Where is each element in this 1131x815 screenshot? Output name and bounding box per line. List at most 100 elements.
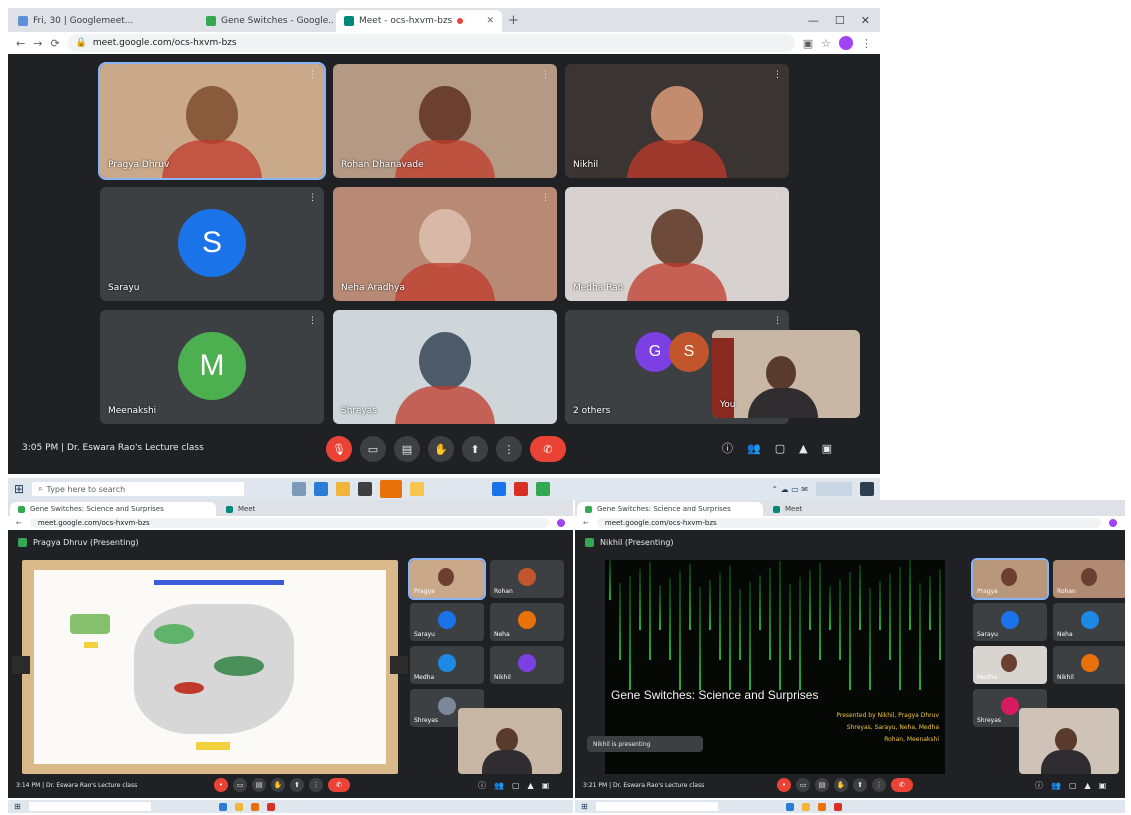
next-slide-button[interactable] bbox=[390, 656, 408, 674]
end-call-button[interactable]: ✆ bbox=[891, 778, 913, 792]
chat-icon[interactable]: ▢ bbox=[512, 781, 520, 790]
tile-options-icon[interactable]: ⋮ bbox=[773, 70, 782, 80]
participant-tile[interactable]: ⋮ Rohan Dhanavade bbox=[333, 64, 557, 178]
new-tab-icon[interactable]: + bbox=[502, 13, 525, 28]
end-call-button[interactable]: ✆ bbox=[530, 436, 566, 462]
prev-slide-button[interactable] bbox=[12, 656, 30, 674]
tile-options-icon[interactable]: ⋮ bbox=[541, 193, 550, 203]
participant-thumbnail[interactable]: Neha bbox=[490, 603, 564, 641]
participant-tile[interactable]: S ⋮ Sarayu bbox=[100, 187, 324, 301]
people-icon[interactable]: 👥 bbox=[494, 781, 504, 790]
chrome-icon[interactable] bbox=[514, 482, 529, 496]
url-field[interactable]: 🔒 meet.google.com/ocs-hxvm-bzs bbox=[67, 34, 795, 52]
camera-button[interactable]: ▭ bbox=[233, 778, 247, 792]
participant-tile[interactable]: M ⋮ Meenakshi bbox=[100, 310, 324, 424]
info-icon[interactable]: ⓘ bbox=[722, 440, 733, 456]
taskbar-search[interactable] bbox=[595, 802, 718, 811]
captions-button[interactable]: ▤ bbox=[815, 778, 829, 792]
tile-options-icon[interactable]: ⋮ bbox=[541, 316, 550, 326]
participant-tile[interactable]: ⋮ Neha Aradhya bbox=[333, 187, 557, 301]
profile-avatar[interactable] bbox=[839, 36, 853, 50]
top-tab-2[interactable]: Gene Switches - Google... bbox=[198, 10, 334, 32]
camera-button[interactable]: ▭ bbox=[796, 778, 810, 792]
captions-button[interactable]: ▤ bbox=[252, 778, 266, 792]
profile-avatar[interactable] bbox=[557, 519, 565, 527]
taskbar-search[interactable]: ⌕ Type here to search bbox=[32, 482, 245, 496]
participant-thumbnail[interactable]: Rohan bbox=[490, 560, 564, 598]
participant-thumbnail[interactable]: Nikhil bbox=[1053, 646, 1125, 684]
tile-options-icon[interactable]: ⋮ bbox=[773, 316, 782, 326]
edge-icon[interactable] bbox=[785, 802, 794, 811]
windows-start-icon[interactable]: ⊞ bbox=[14, 482, 24, 496]
raise-hand-button[interactable]: ✋ bbox=[834, 778, 848, 792]
activities-icon[interactable]: ▲ bbox=[799, 442, 807, 455]
word-icon[interactable] bbox=[492, 482, 507, 496]
tile-options-icon[interactable]: ⋮ bbox=[308, 193, 317, 203]
tile-options-icon[interactable]: ⋮ bbox=[308, 316, 317, 326]
participant-thumbnail[interactable]: Neha bbox=[1053, 603, 1125, 641]
participant-thumbnail[interactable]: Nikhil bbox=[490, 646, 564, 684]
chat-icon[interactable]: ▢ bbox=[775, 442, 785, 455]
back-icon[interactable]: ← bbox=[16, 519, 22, 527]
file-explorer-icon[interactable] bbox=[336, 482, 351, 496]
file-explorer-icon[interactable] bbox=[801, 802, 810, 811]
windows-start-icon[interactable]: ⊞ bbox=[14, 802, 21, 811]
participant-thumbnail[interactable]: Medha bbox=[410, 646, 484, 684]
more-options-button[interactable]: ⋮ bbox=[872, 778, 886, 792]
end-call-button[interactable]: ✆ bbox=[328, 778, 350, 792]
participant-tile[interactable]: ⋮ Nikhil bbox=[565, 64, 789, 178]
windows-start-icon[interactable]: ⊞ bbox=[581, 802, 588, 811]
participant-thumbnail[interactable]: Pragya bbox=[971, 558, 1049, 600]
participant-tile[interactable]: ⋮ Shreyas bbox=[333, 310, 557, 424]
participant-tile[interactable]: ⋮ Pragya Dhruv bbox=[98, 62, 326, 180]
mic-off-button[interactable]: • bbox=[214, 778, 228, 792]
mic-off-button[interactable]: 🎙 bbox=[326, 436, 352, 462]
close-window-icon[interactable]: ✕ bbox=[861, 14, 870, 27]
close-tab-icon[interactable]: ✕ bbox=[486, 16, 494, 26]
right-self-view[interactable] bbox=[1019, 708, 1119, 774]
participant-thumbnail[interactable]: Medha bbox=[973, 646, 1047, 684]
present-button[interactable]: ⬆ bbox=[462, 436, 488, 462]
participant-thumbnail[interactable]: Rohan bbox=[1053, 560, 1125, 598]
chrome-icon[interactable] bbox=[833, 802, 842, 811]
left-tab-1[interactable]: Gene Switches: Science and Surprises bbox=[10, 502, 216, 516]
back-icon[interactable]: ← bbox=[583, 519, 589, 527]
activities-icon[interactable]: ▲ bbox=[528, 781, 534, 790]
left-self-view[interactable] bbox=[458, 708, 562, 774]
host-controls-icon[interactable]: ▣ bbox=[1099, 781, 1107, 790]
people-icon[interactable]: 👥 bbox=[1051, 781, 1061, 790]
camera-button[interactable]: ▭ bbox=[360, 436, 386, 462]
self-view-tile[interactable]: You bbox=[712, 330, 860, 418]
url-field[interactable]: meet.google.com/ocs-hxvm-bzs bbox=[596, 518, 1101, 528]
more-options-button[interactable]: ⋮ bbox=[496, 436, 522, 462]
active-app-icon[interactable] bbox=[380, 480, 403, 498]
chrome-icon[interactable] bbox=[266, 802, 275, 811]
right-tab-2[interactable]: Meet bbox=[765, 502, 861, 516]
people-icon[interactable]: 👥 bbox=[747, 442, 761, 455]
taskbar-search[interactable] bbox=[28, 802, 151, 811]
participant-tile[interactable]: ⋮ Medha Rao bbox=[565, 187, 789, 301]
activities-icon[interactable]: ▲ bbox=[1085, 781, 1091, 790]
store-icon[interactable] bbox=[358, 482, 373, 496]
active-app-icon[interactable] bbox=[250, 802, 259, 811]
captions-button[interactable]: ▤ bbox=[394, 436, 420, 462]
back-icon[interactable]: ← bbox=[16, 37, 25, 50]
camera-status-icon[interactable]: ▣ bbox=[803, 37, 813, 50]
participant-thumbnail[interactable]: Sarayu bbox=[410, 603, 484, 641]
file-explorer-icon[interactable] bbox=[234, 802, 243, 811]
mic-off-button[interactable]: • bbox=[777, 778, 791, 792]
profile-avatar[interactable] bbox=[1109, 519, 1117, 527]
reload-icon[interactable]: ⟳ bbox=[50, 37, 59, 50]
host-controls-icon[interactable]: ▣ bbox=[822, 442, 832, 455]
maximize-icon[interactable]: ☐ bbox=[835, 14, 845, 27]
raise-hand-button[interactable]: ✋ bbox=[271, 778, 285, 792]
edge-icon[interactable] bbox=[314, 482, 329, 496]
app-icon[interactable] bbox=[536, 482, 551, 496]
url-field[interactable]: meet.google.com/ocs-hxvm-bzs bbox=[29, 518, 549, 528]
top-tab-3[interactable]: Meet - ocs-hxvm-bzs ✕ bbox=[336, 10, 502, 32]
tile-options-icon[interactable]: ⋮ bbox=[773, 193, 782, 203]
tile-options-icon[interactable]: ⋮ bbox=[541, 70, 550, 80]
forward-icon[interactable]: → bbox=[33, 37, 42, 50]
menu-icon[interactable]: ⋮ bbox=[861, 37, 872, 50]
participant-thumbnail[interactable]: Sarayu bbox=[973, 603, 1047, 641]
